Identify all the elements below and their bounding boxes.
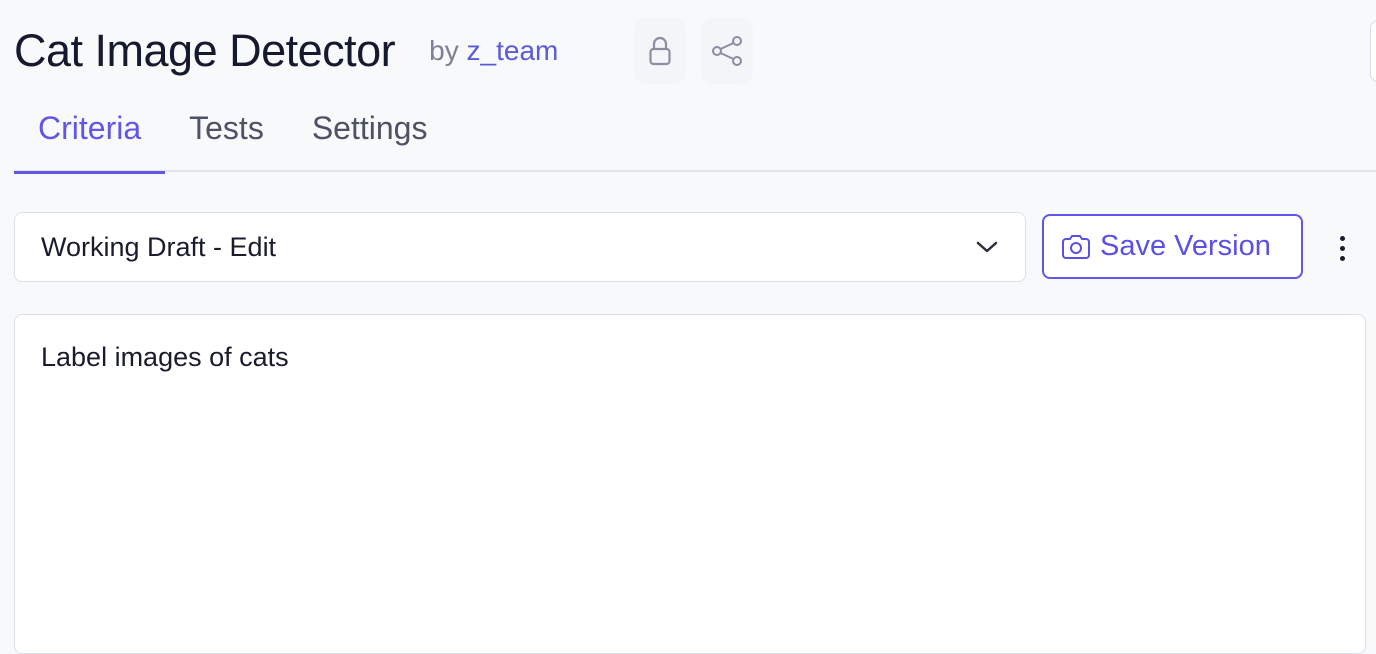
- more-options-button[interactable]: [1326, 228, 1358, 268]
- tab-tests[interactable]: Tests: [165, 100, 288, 172]
- lock-icon: [649, 36, 671, 66]
- lock-button[interactable]: [634, 18, 686, 84]
- version-select[interactable]: Working Draft - Edit: [14, 212, 1026, 282]
- owner-link[interactable]: z_team: [467, 35, 559, 66]
- side-panel-edge: [1370, 20, 1376, 82]
- criteria-text: Label images of cats: [41, 342, 289, 372]
- tab-settings[interactable]: Settings: [288, 100, 452, 172]
- save-version-button[interactable]: Save Version: [1042, 214, 1303, 279]
- page-title: Cat Image Detector: [14, 25, 396, 76]
- chevron-down-icon: [976, 241, 998, 253]
- tab-criteria[interactable]: Criteria: [14, 100, 166, 174]
- more-vertical-icon: [1339, 235, 1345, 241]
- criteria-editor[interactable]: Label images of cats: [14, 314, 1366, 654]
- version-select-value: Working Draft - Edit: [41, 231, 277, 262]
- share-icon: [712, 36, 742, 66]
- byline-prefix: by: [429, 35, 459, 66]
- tab-bar: Criteria Tests Settings: [14, 100, 1376, 174]
- share-button[interactable]: [701, 18, 753, 84]
- byline: by z_team: [429, 16, 558, 86]
- camera-icon: [1062, 234, 1090, 259]
- save-version-label: Save Version: [1100, 230, 1271, 262]
- page-header: Cat Image Detector by z_team: [14, 16, 558, 86]
